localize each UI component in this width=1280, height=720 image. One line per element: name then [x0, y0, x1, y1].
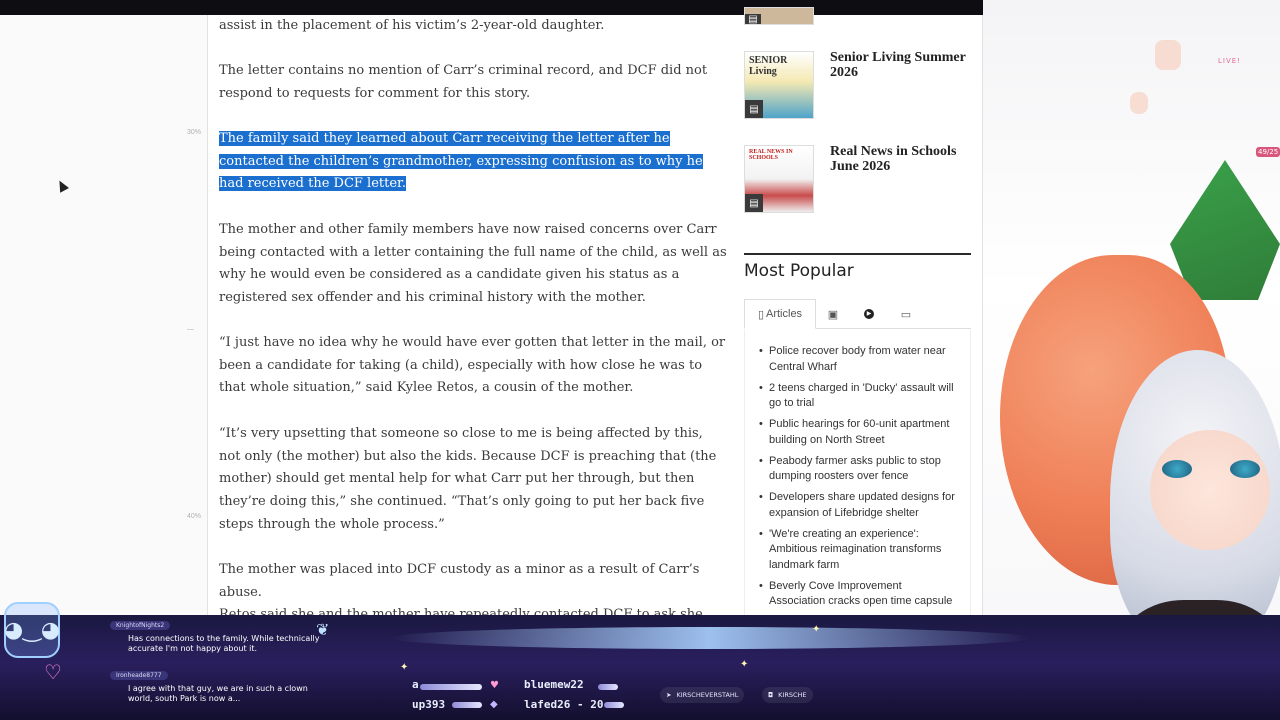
- publication-title[interactable]: Real News in Schools June 2026: [830, 144, 970, 174]
- list-item[interactable]: 'We're creating an experience': Ambitiou…: [759, 527, 958, 574]
- heart-icon: ♥: [490, 680, 499, 691]
- ticker-bar: [420, 684, 482, 690]
- twitter-icon: ➤: [666, 691, 672, 699]
- social-handle-label: KIRSCHEVERSTAHL: [676, 691, 739, 699]
- article-paragraph: “I just have no idea why he would have e…: [219, 335, 726, 396]
- most-popular-list: Police recover body from water near Cent…: [744, 330, 971, 620]
- play-icon: ▶: [864, 309, 874, 319]
- ticker-bar: [452, 702, 482, 708]
- article-paragraph: “It’s very upsetting that someone so clo…: [219, 426, 717, 532]
- ticker-name: lafed26 - 20: [524, 698, 604, 711]
- ticker-bar: [598, 684, 618, 690]
- lantern-decoration: [1130, 92, 1148, 114]
- tab-label: Articles: [766, 308, 803, 320]
- avatar-eye: [1230, 460, 1260, 478]
- scroll-marker: 30%: [187, 129, 202, 136]
- list-item[interactable]: Public hearings for 60-unit apartment bu…: [759, 417, 958, 448]
- lantern-decoration: [1155, 40, 1181, 70]
- article-paragraph: assist in the placement of his victim’s …: [219, 18, 605, 33]
- live-label: LIVE!: [1218, 57, 1241, 65]
- divider: [744, 253, 971, 255]
- gem-icon: ◆: [490, 699, 498, 710]
- image-icon: ▣: [827, 308, 839, 321]
- stream-chat: KnightofNights2 Has connections to the f…: [96, 620, 392, 720]
- chat-message: I agree with that guy, we are in such a …: [128, 684, 308, 703]
- viewer-count: 49/25: [1256, 147, 1280, 157]
- overlay-glow: [390, 627, 1030, 649]
- list-item[interactable]: Developers share updated designs for exp…: [759, 490, 958, 521]
- article-paragraph: The mother was placed into DCF custody a…: [219, 562, 700, 600]
- tab-images[interactable]: ▣: [822, 299, 844, 329]
- heart-icon: ♡: [44, 660, 62, 684]
- article-paragraph-selected[interactable]: The family said they learned about Carr …: [219, 128, 727, 196]
- scroll-marker: 40%: [187, 513, 202, 520]
- selected-text: The family said they learned about Carr …: [219, 131, 703, 192]
- tab-articles[interactable]: ▯ Articles: [744, 299, 816, 329]
- star-icon: ✦: [812, 624, 821, 635]
- article-paragraph: The mother and other family members have…: [219, 222, 727, 306]
- avatar-eye: [1162, 460, 1192, 478]
- chat-message: Has connections to the family. While tec…: [128, 634, 320, 653]
- document-icon: ▯: [757, 308, 764, 321]
- publication-thumbnail[interactable]: ▤: [744, 7, 814, 25]
- publication-title[interactable]: Senior Living Summer 2026: [830, 50, 970, 80]
- discord-icon: ◘: [768, 691, 774, 699]
- ticker-name: up393: [412, 698, 446, 711]
- tab-videos[interactable]: ▶: [858, 299, 880, 329]
- tab-comments[interactable]: ▭: [895, 299, 917, 329]
- publication-thumbnail[interactable]: REAL NEWS IN SCHOOLS ▤: [744, 145, 814, 213]
- thumbnail-title: SENIOR Living: [749, 55, 788, 77]
- list-item[interactable]: Peabody farmer asks public to stop dumpi…: [759, 454, 958, 485]
- left-gutter: [0, 15, 207, 615]
- star-icon: ✦: [400, 662, 409, 673]
- comment-icon: ▭: [900, 308, 912, 321]
- social-handle[interactable]: ➤ KIRSCHEVERSTAHL: [660, 687, 745, 703]
- social-handle-label: KIRSCHE: [778, 691, 807, 699]
- avatar-face: [1150, 430, 1270, 550]
- list-item[interactable]: Police recover body from water near Cent…: [759, 344, 958, 375]
- social-handle[interactable]: ◘ KIRSCHE: [762, 687, 813, 703]
- chat-username: KnightofNights2: [110, 621, 171, 630]
- most-popular-heading: Most Popular: [744, 261, 854, 281]
- ticker-bar: [604, 702, 624, 708]
- bow-icon: ❦: [316, 620, 330, 639]
- article-paragraph: The letter contains no mention of Carr’s…: [219, 63, 708, 101]
- ticker-name: bluemew22: [524, 678, 584, 691]
- ticker-name: a: [412, 678, 419, 691]
- document-icon: ▤: [745, 100, 763, 118]
- publication-thumbnail[interactable]: SENIOR Living ▤: [744, 51, 814, 119]
- scroll-marker: —: [187, 326, 194, 333]
- list-item[interactable]: 2 teens charged in 'Ducky' assault will …: [759, 381, 958, 412]
- cat-icon: ◕‿◕: [4, 602, 60, 658]
- thumbnail-title: REAL NEWS IN SCHOOLS: [749, 149, 793, 161]
- content-border: [207, 15, 208, 615]
- chat-username: Ironheade8777: [110, 671, 168, 680]
- star-icon: ✦: [740, 659, 749, 670]
- document-icon: ▤: [745, 194, 763, 212]
- list-item[interactable]: Beverly Cove Improvement Association cra…: [759, 579, 958, 610]
- document-icon: ▤: [745, 14, 761, 24]
- most-popular-tabs: ▯ Articles ▣ ▶ ▭: [744, 299, 971, 329]
